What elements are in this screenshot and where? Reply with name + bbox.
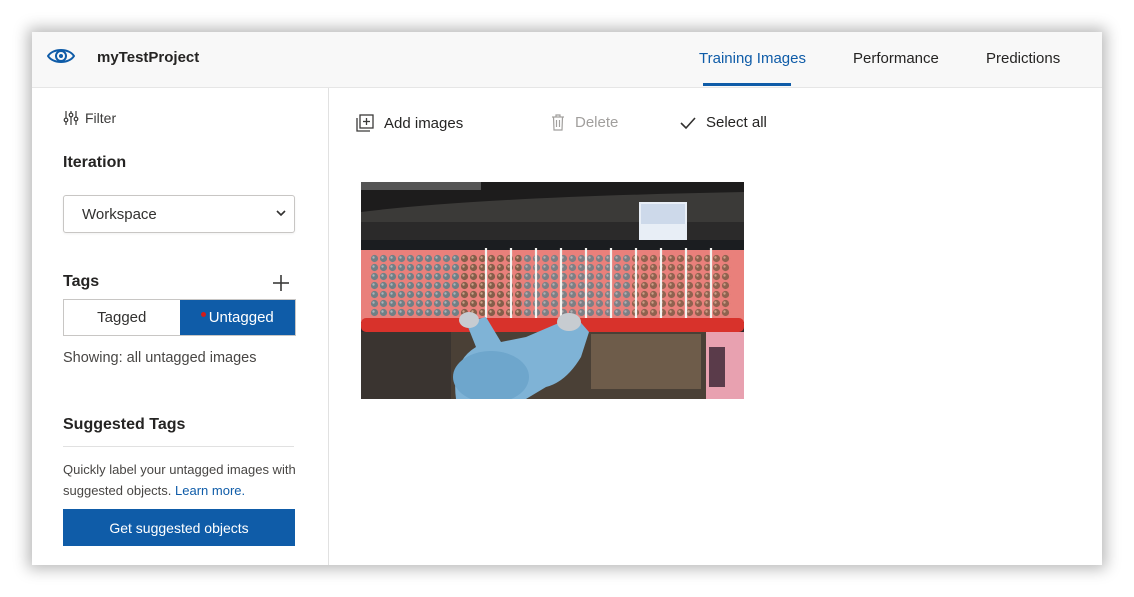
trash-icon [552,114,564,131]
untagged-dot-icon [200,312,206,317]
image-thumbnail[interactable] [361,182,744,399]
suggested-description: Quickly label your untagged images with … [63,459,303,501]
get-suggested-objects-button[interactable]: Get suggested objects [63,509,295,546]
tab-predictions[interactable]: Predictions [986,50,1060,67]
add-images-button[interactable]: Add images [356,114,463,132]
untagged-label: Untagged [208,309,274,326]
sidebar: Filter Iteration Workspace Tags Tagged U… [32,88,329,565]
untagged-option[interactable]: Untagged [179,300,295,335]
project-name[interactable]: myTestProject [97,49,199,66]
tab-training-images[interactable]: Training Images [699,50,806,67]
filter-icon [63,111,79,125]
tag-filter-toggle: Tagged Untagged [63,299,296,336]
filter-button[interactable]: Filter [63,110,116,126]
suggested-tags-heading: Suggested Tags [63,416,186,433]
main-content: Add images Delete Select all [329,88,1102,565]
active-tab-indicator [703,83,791,86]
iteration-heading: Iteration [63,154,127,171]
iteration-selected-value: Workspace [82,206,157,223]
tagged-label: Tagged [97,309,147,326]
tags-heading: Tags [63,273,100,290]
eye-logo-icon[interactable] [47,45,75,67]
section-divider [63,446,294,447]
showing-status: Showing: all untagged images [63,350,257,366]
plus-icon[interactable] [271,273,291,293]
chevron-down-icon [276,210,286,217]
untagged-image [361,182,744,399]
select-all-label: Select all [706,114,767,131]
tab-performance[interactable]: Performance [853,50,939,67]
checkmark-icon [680,116,696,129]
top-bar: myTestProject Training Images Performanc… [32,32,1102,88]
tagged-option[interactable]: Tagged [64,300,180,335]
iteration-select[interactable]: Workspace [63,195,295,233]
learn-more-link[interactable]: Learn more. [175,483,245,498]
filter-label: Filter [85,110,117,126]
add-images-label: Add images [384,114,464,132]
delete-button[interactable]: Delete [551,114,618,131]
add-images-icon [356,114,374,132]
app-window: myTestProject Training Images Performanc… [32,32,1102,565]
select-all-button[interactable]: Select all [680,114,767,131]
delete-label: Delete [575,114,619,131]
